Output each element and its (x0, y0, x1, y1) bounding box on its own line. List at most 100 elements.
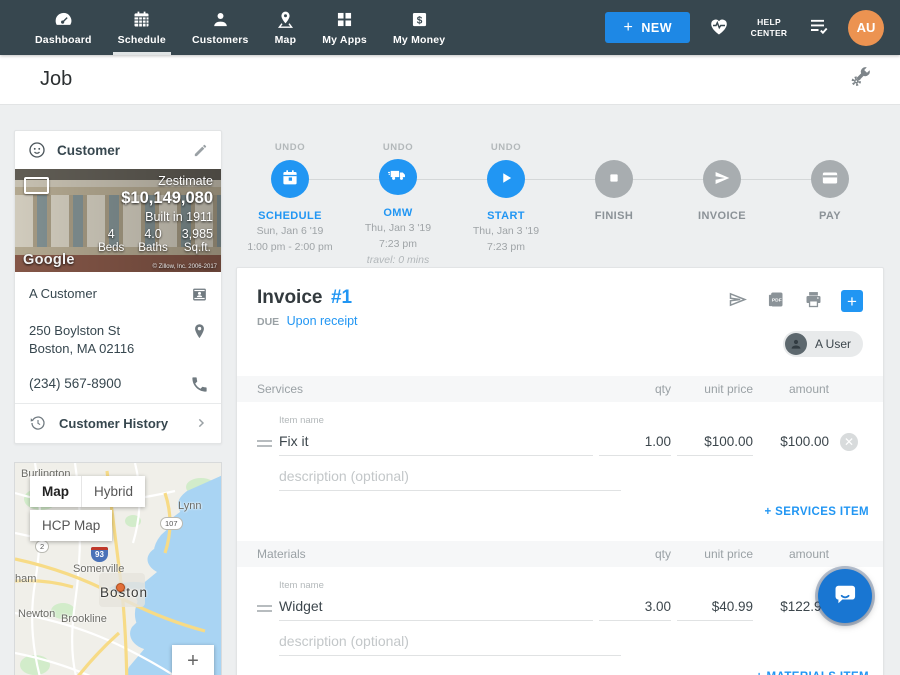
route-2-shield: 2 (35, 540, 49, 553)
step-time: 7:23 pm (487, 241, 525, 254)
delete-line-button[interactable]: ✕ (840, 433, 858, 451)
item-name-label: Item name (279, 415, 593, 426)
street-view-icon[interactable] (24, 177, 49, 194)
close-icon: ✕ (844, 436, 854, 448)
customer-history-link[interactable]: Customer History (15, 403, 221, 443)
nav-label: My Money (393, 34, 445, 46)
material-name-input[interactable] (279, 596, 593, 621)
omw-step-button[interactable] (379, 159, 417, 194)
stat-baths: 4.0 Baths (138, 227, 167, 254)
step-date: Thu, Jan 3 '19 (473, 225, 539, 238)
chevron-right-icon (193, 415, 209, 431)
new-button-label: NEW (641, 21, 672, 35)
undo-start-link[interactable]: UNDO (491, 142, 521, 154)
job-workflow: UNDO SCHEDULE Sun, Jan 6 '19 1:00 pm - 2… (236, 130, 884, 267)
map-widget: Burlington Lynn 107 2 93 Somerville ham … (14, 462, 222, 675)
assignee-avatar-icon (785, 333, 807, 355)
send-invoice-button[interactable] (727, 289, 748, 313)
material-qty-input[interactable] (599, 596, 671, 621)
hcp-map-button[interactable]: HCP Map (30, 510, 112, 541)
step-label: INVOICE (698, 210, 746, 222)
schedule-step-button[interactable] (271, 160, 309, 198)
invoice-card: Invoice #1 DUE Upon receipt (236, 267, 884, 675)
add-invoice-button[interactable]: + (841, 290, 863, 312)
column-unit-price: unit price (677, 382, 753, 396)
app-window: Dashboard Schedule Customers Map (0, 0, 900, 675)
built-year: Built in 1911 (98, 210, 213, 224)
materials-section-header: Materials qty unit price amount (237, 541, 883, 567)
start-step-button[interactable] (487, 160, 525, 198)
nav-item-my-money[interactable]: $ My Money (380, 0, 458, 55)
services-add-row: + SERVICES ITEM (237, 491, 883, 533)
add-services-item-link[interactable]: + SERVICES ITEM (764, 506, 869, 518)
customer-phone-row: (234) 567-8900 (15, 366, 221, 403)
svg-text:$: $ (416, 15, 422, 26)
column-qty: qty (599, 382, 671, 396)
material-unit-price-input[interactable] (677, 596, 753, 621)
service-description-input[interactable] (279, 466, 621, 491)
step-label: PAY (819, 210, 841, 222)
zestimate-overlay: Zestimate $10,149,080 Built in 1911 4 Be… (98, 174, 213, 254)
top-nav: Dashboard Schedule Customers Map (0, 0, 900, 55)
google-logo: Google (23, 252, 75, 268)
service-line-item: Item name $100.00 ✕ (237, 402, 883, 456)
edit-pencil-icon[interactable] (192, 142, 209, 159)
step-start: UNDO START Thu, Jan 3 '19 7:23 pm (452, 142, 560, 267)
new-button[interactable]: + NEW (605, 12, 690, 43)
invoice-actions: PDF + (727, 289, 863, 313)
column-amount: amount (759, 547, 829, 561)
stat-sqft: 3,985 Sq.ft. (182, 227, 213, 254)
nav-label: My Apps (322, 34, 367, 46)
stat-beds: 4 Beds (98, 227, 124, 254)
nav-item-my-apps[interactable]: My Apps (309, 0, 380, 55)
hybrid-type-button[interactable]: Hybrid (81, 476, 145, 507)
due-terms-link[interactable]: Upon receipt (287, 314, 358, 328)
history-icon (29, 414, 47, 432)
tasks-button[interactable] (807, 14, 831, 41)
health-pulse-button[interactable] (707, 14, 731, 41)
map-type-button[interactable]: Map (30, 476, 81, 507)
help-center-link[interactable]: HELP CENTER (748, 17, 790, 38)
drag-handle-icon[interactable] (257, 437, 272, 450)
phone-icon[interactable] (190, 375, 209, 394)
user-avatar[interactable]: AU (848, 10, 884, 46)
map-zoom-controls: + − (172, 645, 214, 675)
material-line-item: Item name $122.97 ✕ (237, 567, 883, 621)
nav-item-customers[interactable]: Customers (179, 0, 262, 55)
due-label: DUE (257, 316, 279, 328)
print-button[interactable] (803, 289, 824, 313)
interstate-93-shield: 93 (91, 547, 108, 562)
step-time: 1:00 pm - 2:00 pm (247, 241, 332, 254)
job-settings-button[interactable] (848, 65, 872, 94)
invoice-due: DUE Upon receipt (257, 314, 863, 328)
undo-schedule-link[interactable]: UNDO (275, 142, 305, 154)
nav-item-map[interactable]: Map (262, 0, 310, 55)
finish-step-button[interactable] (595, 160, 633, 198)
pdf-button[interactable]: PDF (765, 289, 786, 313)
nav-item-schedule[interactable]: Schedule (105, 0, 179, 55)
undo-omw-link[interactable]: UNDO (383, 142, 413, 153)
location-pin-icon[interactable] (190, 322, 209, 341)
send-icon (711, 167, 733, 192)
step-date: Sun, Jan 6 '19 (257, 225, 324, 238)
material-description-input[interactable] (279, 631, 621, 656)
pay-step-button[interactable] (811, 160, 849, 198)
add-materials-item-link[interactable]: + MATERIALS ITEM (756, 671, 869, 675)
contact-card-icon[interactable] (190, 285, 209, 304)
invoice-number: #1 (331, 287, 352, 308)
step-label: OMW (383, 207, 412, 219)
page-title: Job (40, 68, 72, 91)
service-qty-input[interactable] (599, 431, 671, 456)
nav-item-dashboard[interactable]: Dashboard (22, 0, 105, 55)
drag-handle-icon[interactable] (257, 602, 272, 615)
service-unit-price-input[interactable] (677, 431, 753, 456)
chat-fab-button[interactable] (818, 569, 872, 623)
services-section-header: Services qty unit price amount (237, 376, 883, 402)
service-name-input[interactable] (279, 431, 593, 456)
step-finish: FINISH (560, 142, 668, 267)
zoom-in-button[interactable]: + (172, 645, 214, 675)
invoice-step-button[interactable] (703, 160, 741, 198)
assignee-chip[interactable]: A User (783, 331, 863, 357)
person-icon (210, 9, 231, 30)
map-pin-icon (275, 9, 296, 30)
